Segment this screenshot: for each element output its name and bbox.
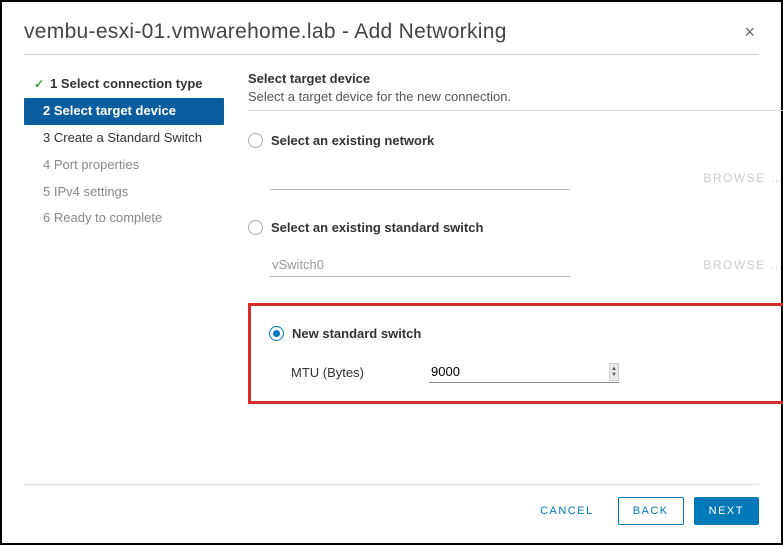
step-3-create-switch: 3 Create a Standard Switch	[24, 125, 224, 152]
option-existing-switch[interactable]: Select an existing standard switch	[248, 220, 783, 235]
mtu-label: MTU (Bytes)	[291, 365, 429, 380]
step-2-target-device[interactable]: 2 Select target device	[24, 98, 224, 125]
next-button[interactable]: NEXT	[694, 497, 759, 525]
radio-icon-selected[interactable]	[269, 326, 284, 341]
browse-switch-button: BROWSE …	[703, 258, 783, 272]
content-title: Select target device	[248, 71, 783, 86]
mtu-stepper[interactable]: ▲ ▼	[609, 363, 619, 381]
step-label: 5 IPv4 settings	[34, 184, 128, 201]
back-button[interactable]: BACK	[618, 497, 684, 525]
option-existing-network[interactable]: Select an existing network	[248, 133, 783, 148]
step-label: 6 Ready to complete	[34, 210, 162, 227]
existing-switch-input	[270, 253, 570, 277]
step-label: 2 Select target device	[34, 103, 176, 120]
highlight-box: New standard switch MTU (Bytes) ▲ ▼	[248, 303, 783, 404]
existing-network-row: BROWSE …	[270, 166, 783, 190]
dialog-header: vembu-esxi-01.vmwarehome.lab - Add Netwo…	[24, 20, 759, 55]
check-icon: ✓	[34, 77, 44, 93]
dialog-footer: CANCEL BACK NEXT	[24, 484, 759, 525]
step-4-port-properties: 4 Port properties	[24, 152, 224, 179]
chevron-down-icon[interactable]: ▼	[611, 372, 617, 378]
mtu-row: MTU (Bytes) ▲ ▼	[291, 361, 767, 383]
existing-switch-row: BROWSE …	[270, 253, 783, 277]
option-label: New standard switch	[292, 326, 421, 341]
dialog-body: ✓ 1 Select connection type 2 Select targ…	[24, 71, 759, 404]
step-label: 3 Create a Standard Switch	[34, 130, 202, 147]
browse-network-button: BROWSE …	[703, 171, 783, 185]
step-6-ready: 6 Ready to complete	[24, 205, 224, 232]
step-label: 4 Port properties	[34, 157, 139, 174]
wizard-content: Select target device Select a target dev…	[248, 71, 783, 404]
radio-icon[interactable]	[248, 133, 263, 148]
dialog-title: vembu-esxi-01.vmwarehome.lab - Add Netwo…	[24, 20, 507, 44]
mtu-input-wrap: ▲ ▼	[429, 361, 619, 383]
option-label: Select an existing network	[271, 133, 434, 148]
radio-icon[interactable]	[248, 220, 263, 235]
step-5-ipv4-settings: 5 IPv4 settings	[24, 179, 224, 206]
close-icon[interactable]: ×	[740, 22, 759, 43]
option-label: Select an existing standard switch	[271, 220, 483, 235]
step-1-connection-type[interactable]: ✓ 1 Select connection type	[24, 71, 224, 98]
step-label: 1 Select connection type	[50, 76, 202, 93]
divider	[248, 110, 783, 111]
existing-network-input	[270, 166, 570, 190]
cancel-button[interactable]: CANCEL	[526, 498, 608, 524]
wizard-sidebar: ✓ 1 Select connection type 2 Select targ…	[24, 71, 224, 404]
mtu-input[interactable]	[429, 361, 609, 382]
content-subtitle: Select a target device for the new conne…	[248, 89, 783, 104]
option-new-switch[interactable]: New standard switch	[269, 326, 767, 341]
